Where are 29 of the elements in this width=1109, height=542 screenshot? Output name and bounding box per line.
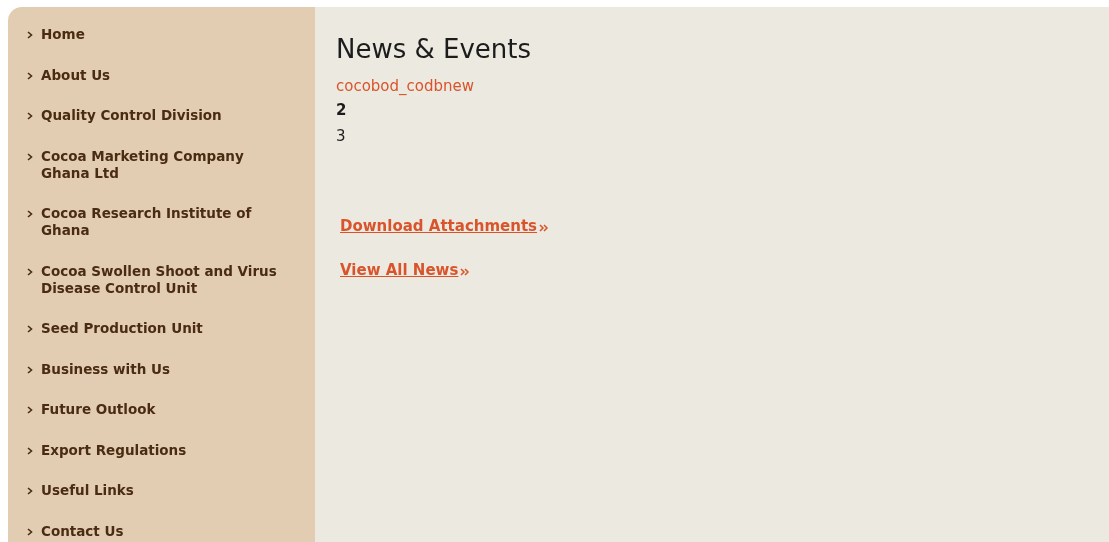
chevron-icon <box>27 152 33 161</box>
sidebar-item[interactable]: Seed Production Unit <box>27 318 282 339</box>
sidebar-item[interactable]: Quality Control Division <box>27 105 282 126</box>
chevron-icon <box>27 406 33 414</box>
sidebar-item[interactable]: Cocoa Swollen Shoot and Virus Disease Control Unit <box>27 260 282 299</box>
double-chevron-icon <box>460 267 471 276</box>
sidebar-item[interactable]: Contact Us <box>27 520 282 542</box>
chevron-icon <box>27 71 33 80</box>
news-text: 3 <box>336 126 346 147</box>
sidebar-item[interactable]: Business with Us <box>27 358 282 380</box>
sidebar-item[interactable]: Cocoa Marketing Company Ghana Ltd <box>27 145 282 184</box>
chevron-icon <box>27 210 33 218</box>
chevron-icon <box>27 112 33 120</box>
sidebar-item[interactable]: Export Regulations <box>27 439 282 461</box>
chevron-icon <box>27 267 33 276</box>
page-title: News & Events <box>336 33 532 66</box>
chevron-icon <box>27 446 33 455</box>
sidebar-item[interactable]: Home <box>27 24 282 45</box>
chevron-icon <box>27 31 33 39</box>
sidebar-item[interactable]: Cocoa Research Institute of Ghana <box>27 203 282 241</box>
chevron-icon <box>27 365 33 374</box>
chevron-icon <box>27 527 33 536</box>
double-chevron-icon <box>539 223 550 232</box>
sidebar-item[interactable]: Future Outlook <box>27 399 282 420</box>
news-text: 2 <box>336 100 347 121</box>
chevron-icon <box>27 487 33 495</box>
chevron-icon <box>27 325 33 333</box>
sidebar-item[interactable]: Useful Links <box>27 480 282 501</box>
sidebar-item[interactable]: About Us <box>27 64 282 86</box>
